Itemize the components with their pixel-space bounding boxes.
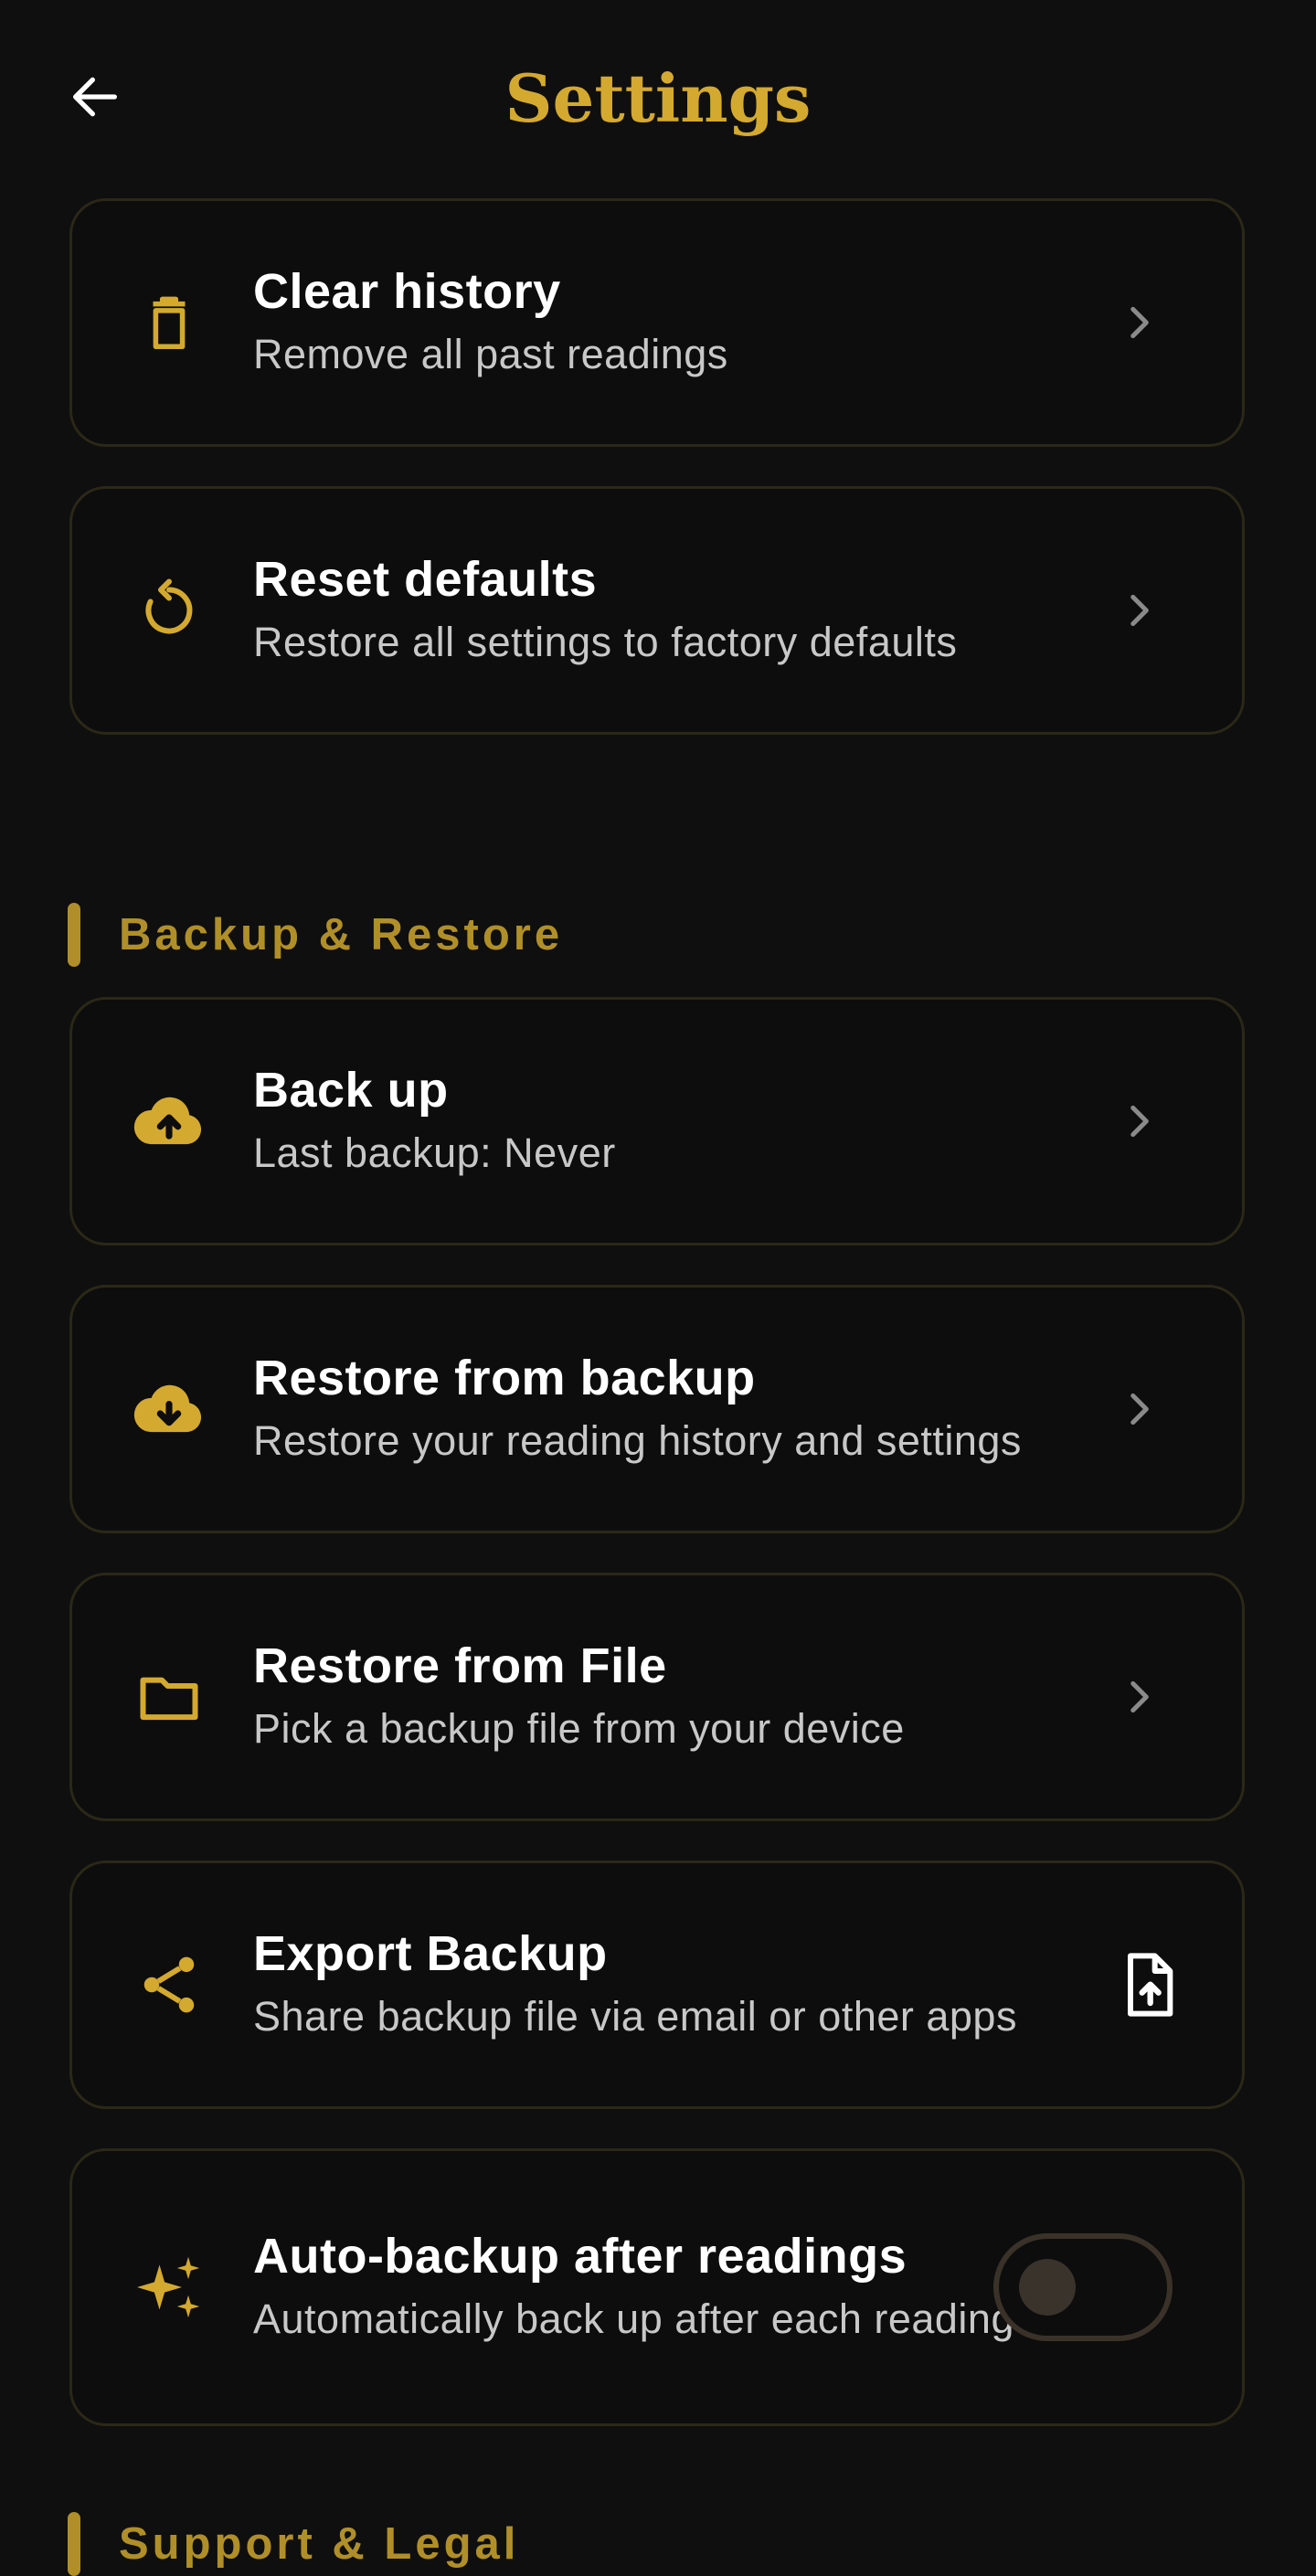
restore-from-backup-title: Restore from backup xyxy=(253,1351,756,1405)
clear-history-title: Clear history xyxy=(253,264,561,319)
auto-backup-row[interactable]: Auto-backup after readings Automatically… xyxy=(69,2148,1245,2426)
share-icon xyxy=(125,1941,213,2029)
file-upload-icon[interactable] xyxy=(1112,1948,1185,2021)
export-backup-row[interactable]: Export Backup Share backup file via emai… xyxy=(69,1860,1245,2109)
back-up-row[interactable]: Back up Last backup: Never xyxy=(69,997,1245,1246)
reset-defaults-text: Reset defaults Restore all settings to f… xyxy=(253,547,1167,673)
auto-backup-subtitle: Automatically back up after each reading xyxy=(253,2295,1014,2342)
restore-from-backup-subtitle: Restore your reading history and setting… xyxy=(253,1417,1022,1464)
export-backup-subtitle: Share backup file via email or other app… xyxy=(253,1993,1017,2040)
reset-defaults-title: Reset defaults xyxy=(253,552,598,607)
app-header: Settings xyxy=(0,0,1316,196)
chevron-right-icon xyxy=(1130,1680,1149,1713)
export-backup-text: Export Backup Share backup file via emai… xyxy=(253,1922,1167,2048)
restore-from-file-text: Restore from File Pick a backup file fro… xyxy=(253,1634,1167,1760)
auto-backup-toggle[interactable] xyxy=(993,2233,1173,2341)
folder-icon xyxy=(125,1653,213,1741)
refresh-icon xyxy=(125,567,213,654)
support-section-label: Support & Legal xyxy=(119,2519,520,2569)
chevron-right-icon xyxy=(1130,1105,1149,1138)
sparkles-icon xyxy=(125,2243,213,2331)
restore-from-backup-text: Restore from backup Restore your reading… xyxy=(253,1346,1167,1472)
clear-history-subtitle: Remove all past readings xyxy=(253,331,728,377)
cloud-download-icon xyxy=(125,1365,213,1453)
backup-section-header: Backup & Restore xyxy=(68,903,1164,967)
reset-defaults-row[interactable]: Reset defaults Restore all settings to f… xyxy=(69,486,1245,735)
export-backup-title: Export Backup xyxy=(253,1926,608,1981)
cloud-upload-icon xyxy=(125,1077,213,1165)
restore-from-file-subtitle: Pick a backup file from your device xyxy=(253,1705,905,1752)
chevron-right-icon xyxy=(1130,594,1149,627)
section-accent-bar xyxy=(68,2512,80,2576)
reset-defaults-subtitle: Restore all settings to factory defaults xyxy=(253,619,958,665)
section-accent-bar xyxy=(68,903,80,967)
support-section-header: Support & Legal xyxy=(68,2512,1164,2576)
backup-section-label: Backup & Restore xyxy=(119,910,564,959)
clear-history-row[interactable]: Clear history Remove all past readings xyxy=(69,198,1245,447)
restore-from-file-title: Restore from File xyxy=(253,1638,667,1693)
chevron-right-icon xyxy=(1130,1393,1149,1426)
chevron-right-icon xyxy=(1130,306,1149,339)
trash-icon xyxy=(125,279,213,366)
back-up-title: Back up xyxy=(253,1063,449,1118)
restore-from-file-row[interactable]: Restore from File Pick a backup file fro… xyxy=(69,1573,1245,1821)
back-up-text: Back up Last backup: Never xyxy=(253,1058,1167,1184)
clear-history-text: Clear history Remove all past readings xyxy=(253,260,1167,386)
restore-from-backup-row[interactable]: Restore from backup Restore your reading… xyxy=(69,1285,1245,1533)
back-up-subtitle: Last backup: Never xyxy=(253,1129,616,1176)
toggle-knob xyxy=(1019,2259,1076,2316)
page-title: Settings xyxy=(504,59,812,137)
